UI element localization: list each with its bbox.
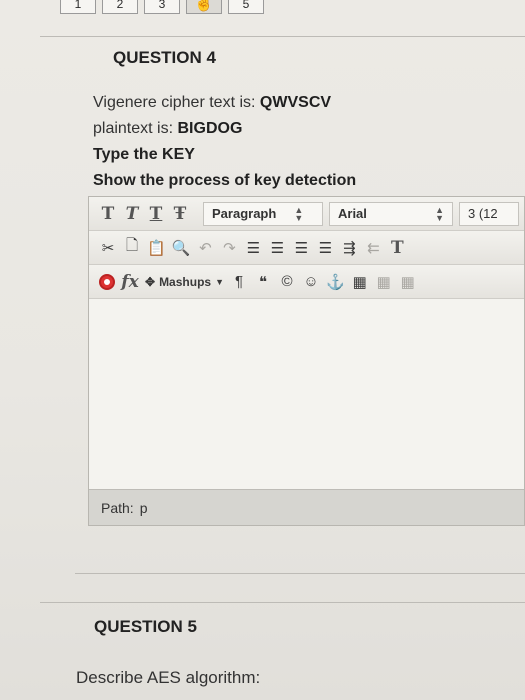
redo-icon[interactable]: ↷ <box>220 237 238 259</box>
paragraph-mark-icon[interactable]: ¶ <box>230 271 248 293</box>
instruction-key: Type the KEY <box>93 146 195 163</box>
record-icon[interactable] <box>99 273 115 290</box>
superscript-icon[interactable]: T <box>388 237 406 259</box>
editor-toolbar-1: T T T Ŧ Paragraph ▲ ▼ Arial ▲ ▼ 3 (12 <box>89 197 524 231</box>
plaintext-line: plaintext is: BIGDOG <box>93 120 243 137</box>
underline-text-button[interactable]: T <box>147 203 165 225</box>
cipher-text-line: Vigenere cipher text is: QWVSCV <box>93 94 332 111</box>
cipher-value: QWVSCV <box>259 94 332 111</box>
strikethrough-button[interactable]: Ŧ <box>171 203 189 225</box>
select-arrows-icon: ▲ ▼ <box>294 204 304 223</box>
find-icon[interactable]: 🔍 <box>172 237 191 259</box>
font-select[interactable]: Arial ▲ ▼ <box>329 201 453 226</box>
page: 1 2 3 ☝ 5 QUESTION 4 Vigenere cipher tex… <box>0 0 525 700</box>
italic-text-button[interactable]: T <box>123 203 141 225</box>
formula-button[interactable]: fx <box>121 271 139 293</box>
copy-icon[interactable]: 🗋 <box>123 237 141 259</box>
hand-cursor-icon: ☝ <box>194 0 214 12</box>
align-center-icon[interactable]: ☰ <box>268 237 286 259</box>
question-pager: 1 2 3 ☝ 5 <box>60 0 264 16</box>
emoticon-icon[interactable]: ☺ <box>302 271 320 293</box>
question-5-prompt: Describe AES algorithm: <box>76 668 261 687</box>
divider <box>75 573 525 574</box>
divider <box>40 36 525 37</box>
bold-text-button[interactable]: T <box>99 203 117 225</box>
font-size-select[interactable]: 3 (12 <box>459 201 519 226</box>
format-select[interactable]: Paragraph ▲ ▼ <box>203 201 323 226</box>
list-indent-icon[interactable]: ⇶ <box>340 237 358 259</box>
table-icon[interactable]: ▦ <box>351 271 369 293</box>
instruction-process: Show the process of key detection <box>93 172 357 189</box>
cut-icon[interactable]: ✂ <box>99 237 117 259</box>
table-row-icon[interactable]: ▦ <box>375 271 393 293</box>
mashups-icon: ✥ <box>145 274 156 289</box>
rich-text-editor: T T T Ŧ Paragraph ▲ ▼ Arial ▲ ▼ 3 (12 ✂ 🗋 … <box>88 196 525 526</box>
outdent-icon[interactable]: ⇇ <box>364 237 382 259</box>
justify-icon[interactable]: ☰ <box>316 237 334 259</box>
paste-icon[interactable]: 📋 <box>147 237 166 259</box>
select-arrows-icon: ▲ ▼ <box>435 204 444 223</box>
editor-path-bar: Path: p <box>89 489 524 525</box>
editor-content-area[interactable] <box>89 299 524 489</box>
page-2-button[interactable]: 2 <box>102 0 138 14</box>
align-left-icon[interactable]: ☰ <box>244 237 262 259</box>
page-5-button[interactable]: 5 <box>228 0 264 14</box>
chevron-down-icon: ▼ <box>215 276 224 287</box>
page-1-button[interactable]: 1 <box>60 0 96 14</box>
editor-toolbar-3: fx ✥ Mashups ▼ ¶ ❝ © ☺ ⚓ ▦ ▦ ▦ <box>89 265 524 299</box>
mashups-button[interactable]: ✥ Mashups ▼ <box>145 271 224 293</box>
editor-toolbar-2: ✂ 🗋 📋 🔍 ↶ ↷ ☰ ☰ ☰ ☰ ⇶ ⇇ T <box>89 231 524 265</box>
blockquote-icon[interactable]: ❝ <box>254 271 272 293</box>
copyright-icon[interactable]: © <box>278 271 296 293</box>
align-right-icon[interactable]: ☰ <box>292 237 310 259</box>
divider <box>40 602 525 603</box>
question-4-title: QUESTION 4 <box>113 48 216 67</box>
path-element[interactable]: p <box>140 500 148 516</box>
anchor-icon[interactable]: ⚓ <box>326 271 345 293</box>
plaintext-value: BIGDOG <box>177 120 243 137</box>
page-4-button[interactable]: ☝ <box>186 0 222 14</box>
undo-icon[interactable]: ↶ <box>196 237 214 259</box>
page-3-button[interactable]: 3 <box>144 0 180 14</box>
table-col-icon[interactable]: ▦ <box>399 271 417 293</box>
question-5-title: QUESTION 5 <box>94 617 197 636</box>
